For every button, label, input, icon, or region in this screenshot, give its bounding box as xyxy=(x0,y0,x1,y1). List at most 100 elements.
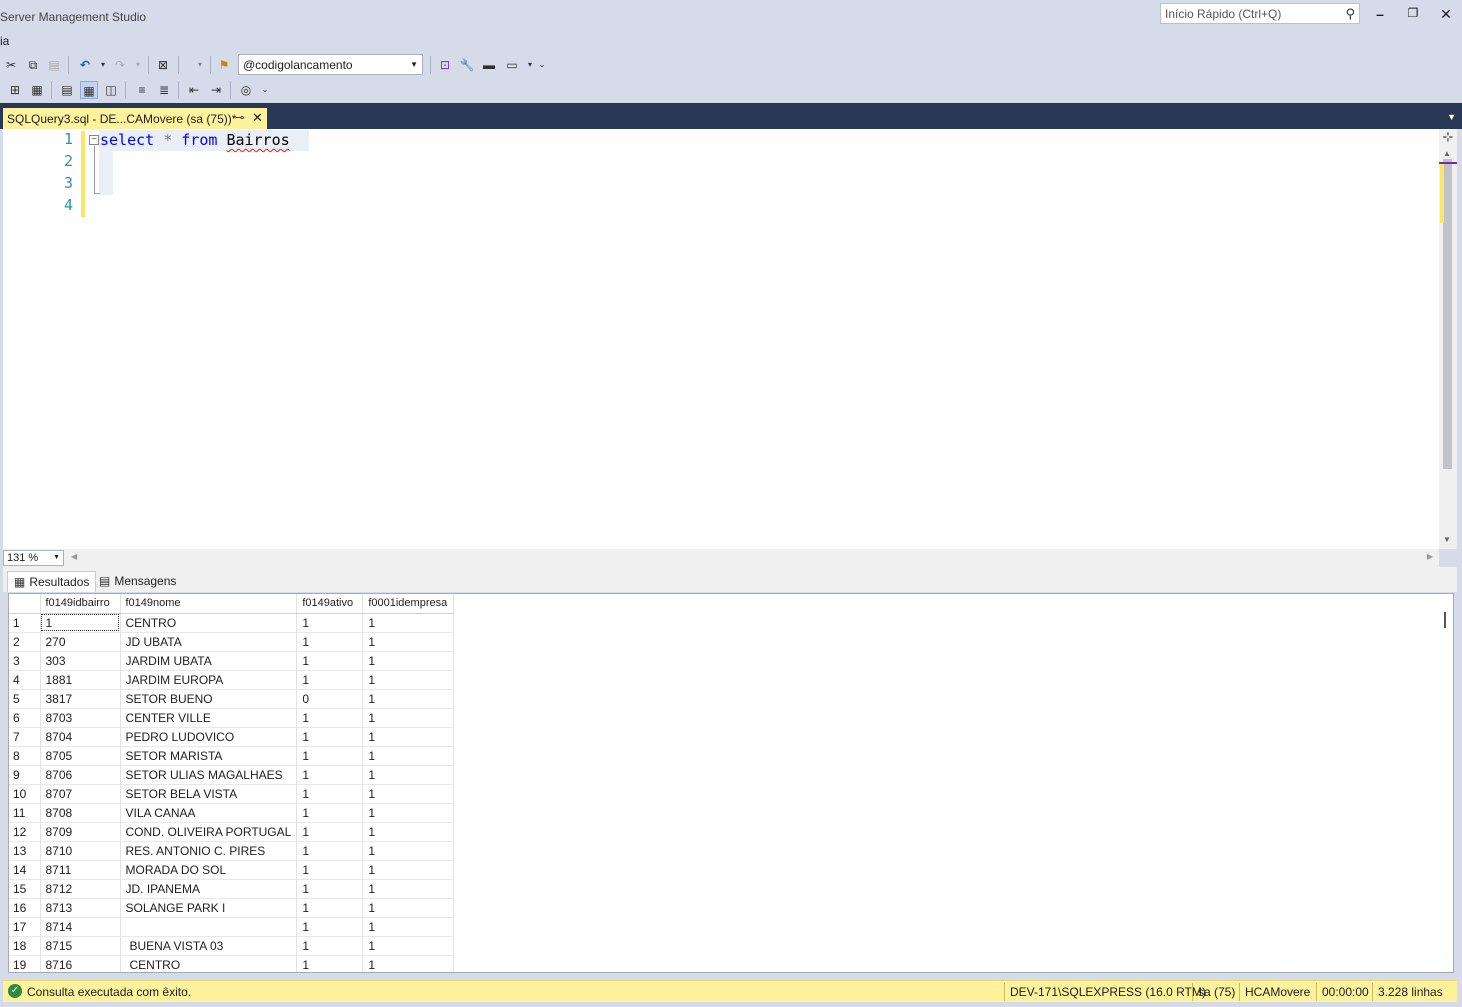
table-row[interactable]: 2 270 JD UBATA 1 1 xyxy=(9,632,455,652)
row-number[interactable]: 7 xyxy=(9,727,41,747)
table-row[interactable]: 15 8712 JD. IPANEMA 1 1 xyxy=(9,879,455,899)
scroll-up-icon[interactable]: ▲ xyxy=(1443,149,1451,158)
row-number[interactable]: 19 xyxy=(9,955,41,972)
table-row[interactable]: 19 8716 CENTRO 1 1 xyxy=(9,955,455,972)
cell-nome[interactable]: JD. IPANEMA xyxy=(120,879,298,899)
cell-nome[interactable]: SETOR BELA VISTA xyxy=(120,784,298,804)
cell-idempresa[interactable]: 1 xyxy=(362,936,455,956)
cell-idbairro[interactable]: 8713 xyxy=(40,898,121,918)
cell-idbairro[interactable]: 1 xyxy=(40,613,121,633)
cell-idbairro[interactable]: 8703 xyxy=(40,708,121,728)
cell-idbairro[interactable]: 8712 xyxy=(40,879,121,899)
cell-nome[interactable]: BUENA VISTA 03 xyxy=(120,936,298,956)
cut-icon[interactable]: ✂ xyxy=(2,56,20,74)
menu-item-partial[interactable]: ia xyxy=(0,34,9,48)
cell-idbairro[interactable]: 1881 xyxy=(40,670,121,690)
table-row[interactable]: 11 8708 VILA CANAA 1 1 xyxy=(9,803,455,823)
table-row[interactable]: 13 8710 RES. ANTONIO C. PIRES 1 1 xyxy=(9,841,455,861)
decrease-indent-icon[interactable]: ⇤ xyxy=(185,81,203,99)
uncomment-icon[interactable]: ≣ xyxy=(155,81,173,99)
query-options-icon[interactable]: ▦ xyxy=(28,81,46,99)
table-row[interactable]: 18 8715 BUENA VISTA 03 1 1 xyxy=(9,936,455,956)
cell-ativo[interactable]: 1 xyxy=(296,784,364,804)
cell-idempresa[interactable]: 1 xyxy=(362,822,455,842)
specify-values-icon[interactable]: ◎ xyxy=(237,81,255,99)
row-number[interactable]: 11 xyxy=(9,803,41,823)
cell-ativo[interactable]: 1 xyxy=(296,936,364,956)
cell-ativo[interactable]: 0 xyxy=(296,689,364,709)
cell-nome[interactable]: PEDRO LUDOVICO xyxy=(120,727,298,747)
cell-ativo[interactable]: 1 xyxy=(296,917,364,937)
cell-idempresa[interactable]: 1 xyxy=(362,765,455,785)
redo-dropdown-icon[interactable]: ▾ xyxy=(129,56,147,74)
cell-idbairro[interactable]: 8715 xyxy=(40,936,121,956)
cell-ativo[interactable]: 1 xyxy=(296,860,364,880)
cell-idbairro[interactable]: 303 xyxy=(40,651,121,671)
cell-nome[interactable]: JD UBATA xyxy=(120,632,298,652)
cell-ativo[interactable]: 1 xyxy=(296,632,364,652)
cell-ativo[interactable]: 1 xyxy=(296,727,364,747)
cell-idbairro[interactable]: 8711 xyxy=(40,860,121,880)
cell-ativo[interactable]: 1 xyxy=(296,879,364,899)
cell-idbairro[interactable]: 8705 xyxy=(40,746,121,766)
pin-icon[interactable]: ⊸ xyxy=(235,111,244,124)
row-number[interactable]: 14 xyxy=(9,860,41,880)
corner-header[interactable] xyxy=(9,594,41,614)
toolbar-overflow-icon[interactable]: ⌄ xyxy=(256,81,274,99)
cell-nome[interactable]: CENTRO xyxy=(120,613,298,633)
cell-idbairro[interactable]: 8716 xyxy=(40,955,121,972)
row-number[interactable]: 8 xyxy=(9,746,41,766)
redo-icon[interactable]: ↷ xyxy=(111,56,129,74)
cell-nome[interactable]: SETOR ULIAS MAGALHAES xyxy=(120,765,298,785)
collapse-icon[interactable]: − xyxy=(89,135,99,145)
tab-resultados[interactable]: ▦ Resultados xyxy=(7,571,97,592)
grid-vertical-scrollbar[interactable] xyxy=(1439,594,1453,972)
cell-idbairro[interactable]: 8708 xyxy=(40,803,121,823)
close-icon[interactable]: ✕ xyxy=(252,110,263,126)
cell-ativo[interactable]: 1 xyxy=(296,651,364,671)
row-number[interactable]: 2 xyxy=(9,632,41,652)
cell-idbairro[interactable]: 8704 xyxy=(40,727,121,747)
paste-icon[interactable]: ▤ xyxy=(45,56,63,74)
cell-nome[interactable]: JARDIM EUROPA xyxy=(120,670,298,690)
cell-nome[interactable]: JARDIM UBATA xyxy=(120,651,298,671)
cell-nome[interactable] xyxy=(120,917,298,937)
cell-nome[interactable]: CENTER VILLE xyxy=(120,708,298,728)
cell-idempresa[interactable]: 1 xyxy=(362,670,455,690)
table-row[interactable]: 17 8714 1 1 xyxy=(9,917,455,937)
scroll-down-icon[interactable]: ▼ xyxy=(1443,535,1451,544)
cell-nome[interactable]: COND. OLIVEIRA PORTUGAL xyxy=(120,822,298,842)
cell-ativo[interactable]: 1 xyxy=(296,898,364,918)
scroll-right-icon[interactable]: ▶ xyxy=(1427,552,1433,561)
activity-monitor-icon[interactable]: ⊠ xyxy=(154,56,172,74)
row-number[interactable]: 6 xyxy=(9,708,41,728)
row-number[interactable]: 10 xyxy=(9,784,41,804)
cell-nome[interactable]: SOLANGE PARK I xyxy=(120,898,298,918)
results-to-grid-icon[interactable]: ▦ xyxy=(80,81,98,99)
cell-nome[interactable]: SETOR MARISTA xyxy=(120,746,298,766)
cell-idbairro[interactable]: 8709 xyxy=(40,822,121,842)
table-row[interactable]: 1 1 CENTRO 1 1 xyxy=(9,613,455,633)
cell-idempresa[interactable]: 1 xyxy=(362,879,455,899)
table-row[interactable]: 3 303 JARDIM UBATA 1 1 xyxy=(9,651,455,671)
minimize-button[interactable]: – xyxy=(1370,6,1390,24)
toolbar-overflow-icon[interactable]: ⌄ xyxy=(533,56,551,74)
results-to-text-icon[interactable]: ▤ xyxy=(58,81,76,99)
row-number[interactable]: 12 xyxy=(9,822,41,842)
cell-ativo[interactable]: 1 xyxy=(296,708,364,728)
copy-icon[interactable]: ⧉ xyxy=(24,56,42,74)
column-header[interactable]: f0149idbairro xyxy=(40,594,121,614)
table-row[interactable]: 5 3817 SETOR BUENO 0 1 xyxy=(9,689,455,709)
cell-idempresa[interactable]: 1 xyxy=(362,841,455,861)
cell-ativo[interactable]: 1 xyxy=(296,670,364,690)
cell-idempresa[interactable]: 1 xyxy=(362,746,455,766)
table-row[interactable]: 12 8709 COND. OLIVEIRA PORTUGAL 1 1 xyxy=(9,822,455,842)
cell-idbairro[interactable]: 270 xyxy=(40,632,121,652)
cell-idempresa[interactable]: 1 xyxy=(362,689,455,709)
cell-idbairro[interactable]: 8706 xyxy=(40,765,121,785)
zoom-combo[interactable]: 131 % ▼ xyxy=(3,550,64,566)
scroll-left-icon[interactable]: ◀ xyxy=(71,552,77,561)
cell-idempresa[interactable]: 1 xyxy=(362,651,455,671)
row-number[interactable]: 15 xyxy=(9,879,41,899)
cell-ativo[interactable]: 1 xyxy=(296,765,364,785)
